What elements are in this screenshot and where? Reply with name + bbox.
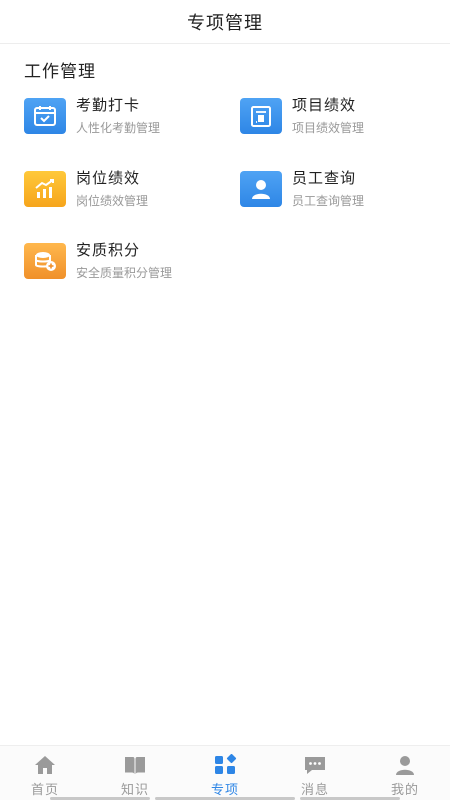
book-icon: [123, 754, 147, 776]
module-name: 岗位绩效: [76, 169, 141, 187]
module-name: 项目绩效: [292, 96, 357, 114]
tab-home[interactable]: 首页: [0, 746, 90, 800]
module-desc: 安全质量积分管理: [76, 266, 173, 280]
tab-label: 知识: [120, 783, 149, 798]
project-performance-icon: [240, 98, 282, 134]
module-safety-quality-points[interactable]: 安质积分 安全质量积分管理: [24, 241, 224, 285]
module-name: 考勤打卡: [76, 96, 141, 114]
apps-grid-icon: [213, 754, 237, 776]
module-attendance[interactable]: 考勤打卡 人性化考勤管理: [24, 96, 224, 140]
module-name: 安质积分: [76, 241, 141, 259]
module-post-performance[interactable]: 岗位绩效 岗位绩效管理: [24, 169, 224, 213]
message-icon: [303, 754, 327, 776]
page-title: 专项管理: [187, 12, 263, 34]
safety-points-coins-icon: [24, 243, 66, 279]
tab-label: 专项: [210, 783, 239, 798]
tab-messages[interactable]: 消息: [270, 746, 360, 800]
tab-knowledge[interactable]: 知识: [90, 746, 180, 800]
employee-user-icon: [240, 171, 282, 207]
module-name: 员工查询: [292, 169, 357, 187]
tab-special[interactable]: 专项: [180, 746, 270, 800]
module-employee-query[interactable]: 员工查询 员工查询管理: [240, 169, 440, 213]
module-desc: 岗位绩效管理: [76, 194, 149, 208]
tab-label: 首页: [30, 783, 59, 798]
bottom-tab-bar: 首页 知识 专项 消息 我的: [0, 745, 450, 800]
home-icon: [33, 754, 57, 776]
profile-icon: [393, 754, 417, 776]
app-header: 专项管理: [0, 0, 450, 44]
tab-mine[interactable]: 我的: [360, 746, 450, 800]
section-title-work-management: 工作管理: [24, 62, 96, 82]
module-desc: 人性化考勤管理: [76, 121, 161, 135]
tab-label: 消息: [300, 783, 329, 798]
module-project-performance[interactable]: 项目绩效 项目绩效管理: [240, 96, 440, 140]
module-desc: 项目绩效管理: [292, 121, 365, 135]
attendance-calendar-icon: [24, 98, 66, 134]
post-performance-chart-icon: [24, 171, 66, 207]
module-desc: 员工查询管理: [292, 194, 365, 208]
tab-label: 我的: [390, 783, 419, 798]
